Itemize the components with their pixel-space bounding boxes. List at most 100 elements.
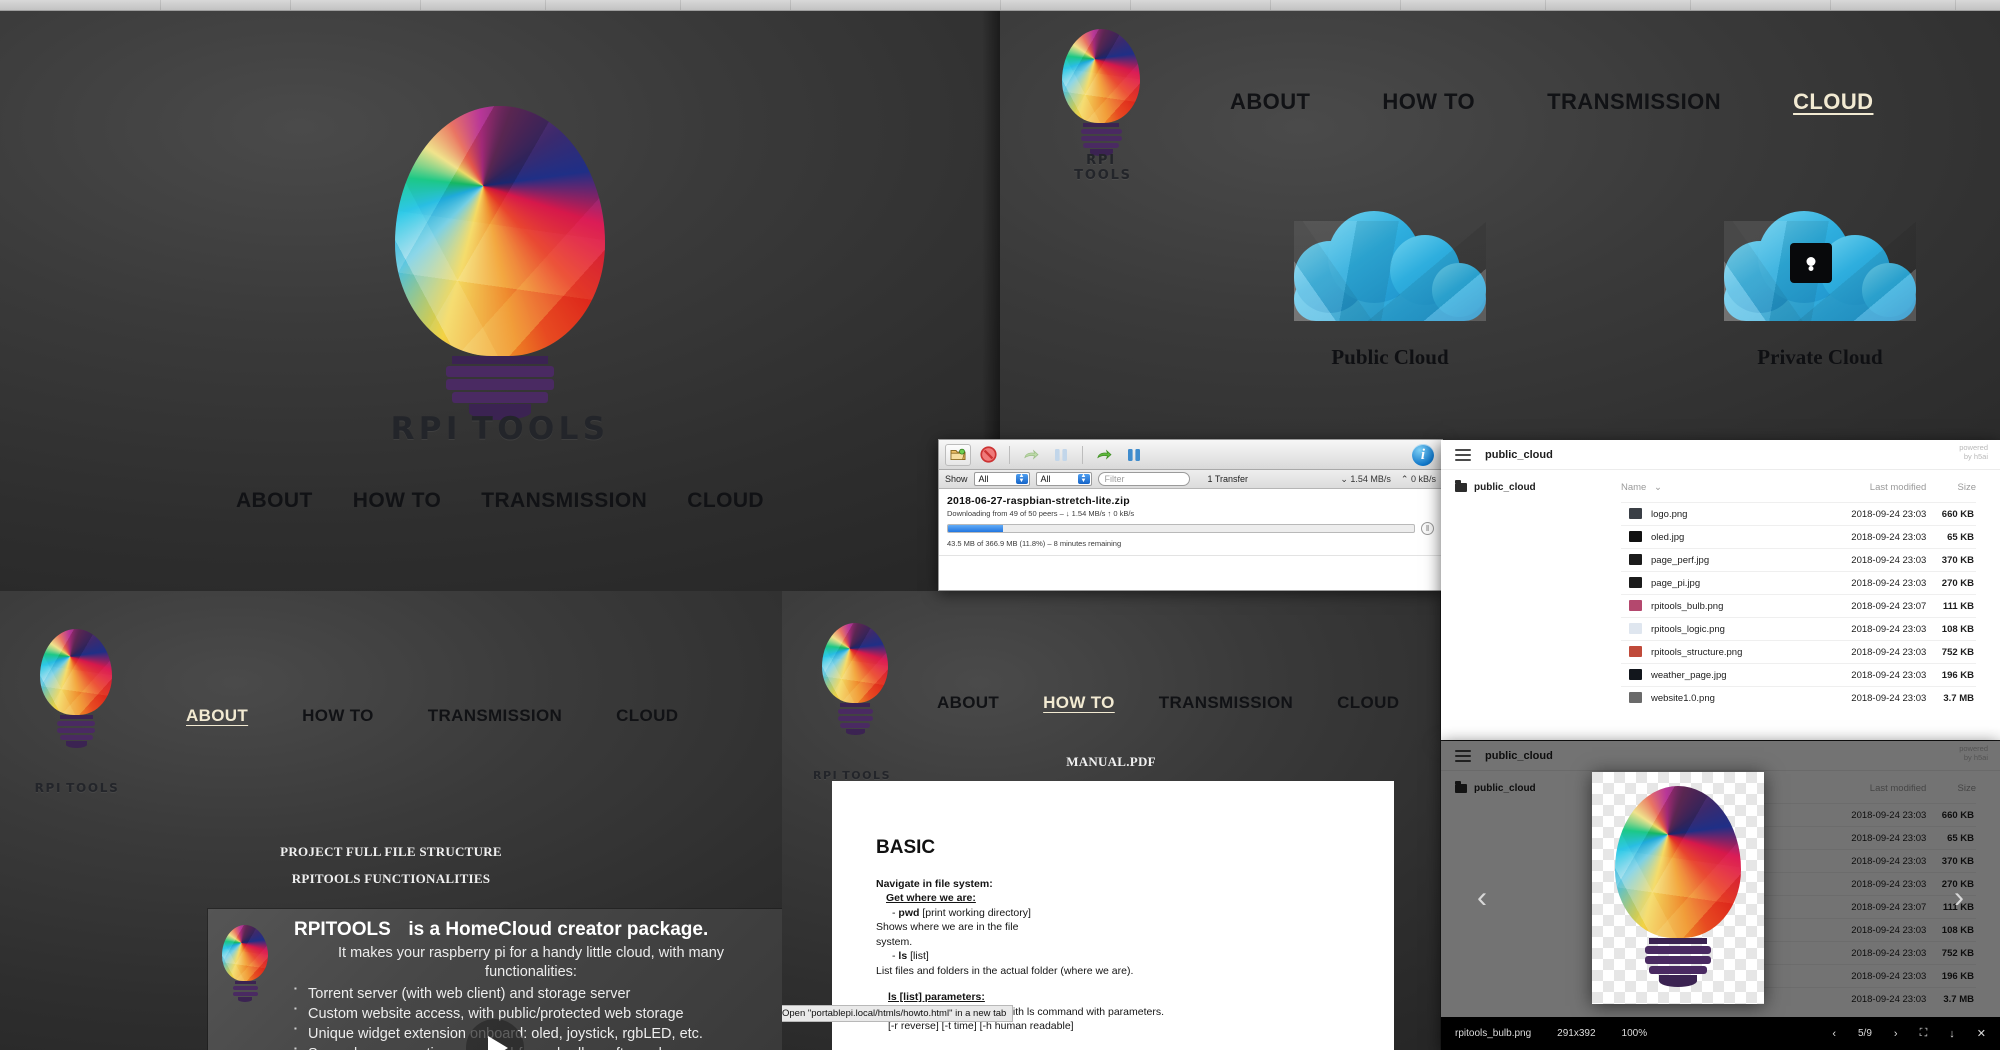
nav-howto[interactable]: HOW TO: [1382, 89, 1475, 115]
nav-howto[interactable]: HOW TO: [353, 489, 441, 513]
file-name: page_pi.jpg: [1651, 578, 1701, 589]
rpitools-logo-howtopage: [822, 623, 888, 735]
nav-cloud[interactable]: CLOUD: [687, 489, 764, 513]
file-name-cell[interactable]: rpitools_structure.png: [1621, 641, 1834, 664]
nav-transmission[interactable]: TRANSMISSION: [1159, 693, 1293, 713]
nav-howto[interactable]: HOW TO: [1043, 693, 1115, 713]
pdf-cmd-1-name: pwd: [898, 906, 920, 919]
file-size: 3.7 MB: [1943, 692, 1974, 704]
table-row[interactable]: website1.0.png 2018-09-24 23:03 3.7 MB: [1621, 686, 1976, 710]
rpitools-logo-cloudpage: [1062, 29, 1140, 156]
torrent-row[interactable]: 2018-06-27-raspbian-stretch-lite.zip Dow…: [939, 489, 1442, 556]
pause-icon[interactable]: [1048, 444, 1074, 466]
remove-torrent-icon[interactable]: [975, 444, 1001, 466]
brand-word-rpi: RPI: [34, 781, 63, 795]
file-name-cell[interactable]: page_pi.jpg: [1621, 572, 1834, 595]
nav-howto[interactable]: HOW TO: [302, 706, 374, 726]
nav-transmission[interactable]: TRANSMISSION: [428, 706, 562, 726]
pause-all-icon[interactable]: [1121, 444, 1147, 466]
file-name-cell[interactable]: rpitools_bulb.png: [1621, 595, 1834, 618]
breadcrumb[interactable]: public_cloud: [1485, 449, 1553, 461]
h5ai-file-manager-window[interactable]: public_cloud powered by h5ai public_clou…: [1441, 440, 2000, 740]
public-cloud-icon: [1294, 211, 1486, 321]
filter-input[interactable]: Filter: [1097, 472, 1190, 486]
viewer-prev-chevron-icon[interactable]: ‹: [1477, 881, 1487, 915]
nav-cloud[interactable]: CLOUD: [1337, 693, 1399, 713]
h5ai-image-viewer-window[interactable]: public_cloud powered by h5ai public_clou…: [1441, 741, 2000, 1050]
filter-select-tracker[interactable]: All ▲ ▼: [1035, 472, 1092, 486]
file-name: logo.png: [1651, 509, 1688, 520]
file-name: rpitools_structure.png: [1651, 647, 1743, 658]
link-tooltip: Open "portablepi.local/htmls/howto.html"…: [782, 1005, 1014, 1022]
about-slide-card[interactable]: RPITOOLS is a HomeCloud creator package.…: [208, 909, 782, 1050]
file-table-body: logo.png 2018-09-24 23:03 660 KB oled.jpg 20…: [1621, 502, 1976, 710]
nav-transmission[interactable]: TRANSMISSION: [1547, 89, 1721, 115]
file-name: website1.0.png: [1651, 693, 1715, 704]
file-name-cell[interactable]: website1.0.png: [1621, 687, 1834, 710]
table-row[interactable]: rpitools_bulb.png 2018-09-24 23:07 111 KB: [1621, 594, 1976, 618]
transmission-window[interactable]: i Show All ▲ ▼ All ▲ ▼ Filter 1 Transfer ⌄…: [938, 439, 1443, 591]
brand-wordmark: RPI TOOLS: [391, 411, 610, 447]
file-name: weather_page.jpg: [1651, 670, 1727, 681]
stepper-icon[interactable]: ▲ ▼: [1015, 473, 1028, 484]
file-size: 270 KB: [1941, 577, 1974, 589]
table-row[interactable]: oled.jpg 2018-09-24 23:03 65 KB: [1621, 525, 1976, 549]
about-page-window: RPI TOOLS ABOUT HOW TO TRANSMISSION CLOUD…: [0, 591, 782, 1050]
nav-about[interactable]: ABOUT: [1230, 89, 1310, 115]
nav-about[interactable]: ABOUT: [937, 693, 999, 713]
pdf-cmd-2: - ls [list]: [892, 950, 929, 963]
file-name-cell[interactable]: rpitools_logic.png: [1621, 618, 1834, 641]
public-cloud-tile[interactable]: Public Cloud: [1250, 211, 1530, 370]
table-row[interactable]: rpitools_logic.png 2018-09-24 23:03 108 KB: [1621, 617, 1976, 641]
nav-transmission[interactable]: TRANSMISSION: [481, 489, 647, 513]
column-header-modified[interactable]: Last modified: [1834, 482, 1927, 503]
nav-about[interactable]: ABOUT: [236, 489, 313, 513]
close-icon[interactable]: ✕: [1977, 1027, 1986, 1040]
about-slide-title-brand: RPITOOLS: [294, 919, 391, 940]
nav-cloud[interactable]: CLOUD: [616, 706, 678, 726]
viewer-file-name: rpitools_bulb.png: [1455, 1028, 1532, 1039]
about-heading-functionalities: RPITOOLS FUNCTIONALITIES: [291, 871, 491, 886]
torrent-pause-button[interactable]: ‖: [1421, 522, 1434, 535]
window-tab-strip: [0, 0, 2000, 11]
table-row[interactable]: page_pi.jpg 2018-09-24 23:03 270 KB: [1621, 571, 1976, 595]
nav-about[interactable]: ABOUT: [186, 706, 248, 726]
transmission-toolbar: i: [939, 440, 1442, 470]
resume-all-icon[interactable]: [1091, 444, 1117, 466]
fullscreen-icon[interactable]: ⛶: [1920, 1027, 1928, 1040]
column-header-name[interactable]: Name ⌄: [1621, 482, 1834, 503]
file-name-cell[interactable]: logo.png: [1621, 503, 1834, 526]
nav-cloud[interactable]: CLOUD: [1793, 89, 1873, 115]
open-torrent-icon[interactable]: [945, 443, 971, 466]
file-name-cell[interactable]: page_perf.jpg: [1621, 549, 1834, 572]
stepper-icon[interactable]: ▲ ▼: [1077, 473, 1090, 484]
viewer-next-chevron-icon[interactable]: ›: [1954, 881, 1964, 915]
pdf-cmd-2-name: ls: [898, 950, 908, 963]
filter-select-status[interactable]: All ▲ ▼: [973, 472, 1030, 486]
private-cloud-tile[interactable]: Private Cloud: [1680, 211, 1960, 370]
viewer-prev-button[interactable]: ‹: [1832, 1028, 1836, 1040]
file-thumbnail-icon: [1629, 692, 1642, 703]
viewer-next-button[interactable]: ›: [1894, 1028, 1898, 1040]
file-modified: 2018-09-24 23:03: [1851, 508, 1927, 520]
viewer-image[interactable]: [1592, 772, 1764, 1004]
inspector-icon[interactable]: i: [1412, 444, 1434, 466]
table-row[interactable]: logo.png 2018-09-24 23:03 660 KB: [1621, 502, 1976, 526]
table-row[interactable]: page_perf.jpg 2018-09-24 23:03 370 KB: [1621, 548, 1976, 572]
download-icon[interactable]: ↓: [1949, 1028, 1955, 1040]
resume-icon[interactable]: [1018, 444, 1044, 466]
menu-icon[interactable]: [1455, 448, 1471, 461]
file-name-cell[interactable]: weather_page.jpg: [1621, 664, 1834, 687]
upload-rate: ⌃ 0 kB/s: [1400, 473, 1436, 484]
progress-bar: [947, 524, 1415, 533]
manual-pdf-title: MANUAL.PDF: [1066, 754, 1156, 769]
howto-page-nav: ABOUT HOW TO TRANSMISSION CLOUD: [937, 693, 1399, 713]
pause-all-glyph: [1128, 448, 1140, 461]
file-name-cell[interactable]: oled.jpg: [1621, 526, 1834, 549]
column-header-size[interactable]: Size: [1926, 482, 1976, 503]
sidebar-item-public-cloud[interactable]: public_cloud: [1455, 480, 1621, 493]
table-row[interactable]: weather_page.jpg 2018-09-24 23:03 196 KB: [1621, 663, 1976, 687]
table-row[interactable]: rpitools_structure.png 2018-09-24 23:03 75…: [1621, 640, 1976, 664]
pdf-sub-1: Get where we are:: [886, 892, 976, 905]
torrent-progress-row: ‖: [947, 522, 1434, 535]
